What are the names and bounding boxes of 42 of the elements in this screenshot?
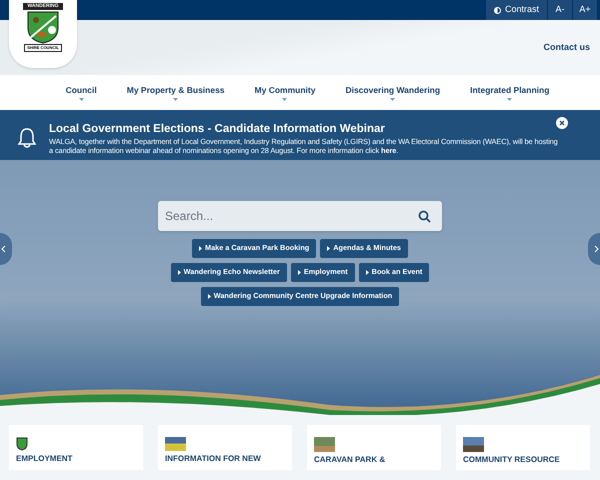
- card-title: EMPLOYMENT: [16, 454, 74, 463]
- card-title: CARAVAN PARK &: [314, 455, 386, 464]
- card[interactable]: EMPLOYMENT: [9, 425, 143, 470]
- contact-link[interactable]: Contact us: [543, 40, 590, 54]
- nav-item[interactable]: Council: [66, 84, 97, 102]
- card-title: INFORMATION FOR NEW: [165, 454, 262, 463]
- caret-icon: [390, 98, 396, 102]
- chevron-left-icon: [1, 245, 6, 253]
- caret-icon: [507, 98, 512, 102]
- triangle-icon: [327, 246, 330, 251]
- nav-item[interactable]: My Community: [254, 84, 316, 102]
- card[interactable]: COMMUNITY RESOURCE: [456, 425, 590, 470]
- triangle-icon: [208, 294, 211, 299]
- close-icon: [559, 120, 565, 126]
- search-icon: [418, 210, 431, 223]
- card-title: COMMUNITY RESOURCE: [463, 455, 561, 464]
- shield-icon: [26, 10, 60, 44]
- close-button[interactable]: [556, 117, 568, 129]
- shield-icon: [16, 437, 28, 451]
- nav-item[interactable]: My Property & Business: [126, 84, 225, 102]
- triangle-icon: [298, 270, 301, 275]
- contrast-icon: [494, 6, 501, 14]
- card[interactable]: CARAVAN PARK &: [307, 425, 441, 470]
- decrease-text-button[interactable]: A-: [547, 0, 572, 20]
- caret-icon: [78, 98, 84, 102]
- triangle-icon: [199, 246, 202, 251]
- triangle-icon: [366, 270, 369, 275]
- bell-icon: [17, 127, 37, 149]
- nav-item[interactable]: Discovering Wandering: [345, 84, 440, 102]
- nav-item[interactable]: Integrated Planning: [470, 84, 550, 102]
- photo-placeholder: [165, 437, 186, 451]
- chevron-right-icon: [594, 245, 599, 253]
- photo-placeholder: [463, 437, 484, 452]
- photo-placeholder: [314, 437, 335, 452]
- caret-icon: [173, 98, 178, 102]
- contrast-button[interactable]: Contrast: [486, 0, 547, 20]
- caret-icon: [282, 98, 288, 102]
- card[interactable]: INFORMATION FOR NEW: [158, 425, 292, 470]
- search-field[interactable]: Search...: [158, 201, 442, 231]
- triangle-icon: [178, 270, 181, 275]
- alert-title: Local Government Elections - Candidate Information Webinar: [49, 122, 386, 136]
- increase-text-button[interactable]: A+: [572, 0, 597, 20]
